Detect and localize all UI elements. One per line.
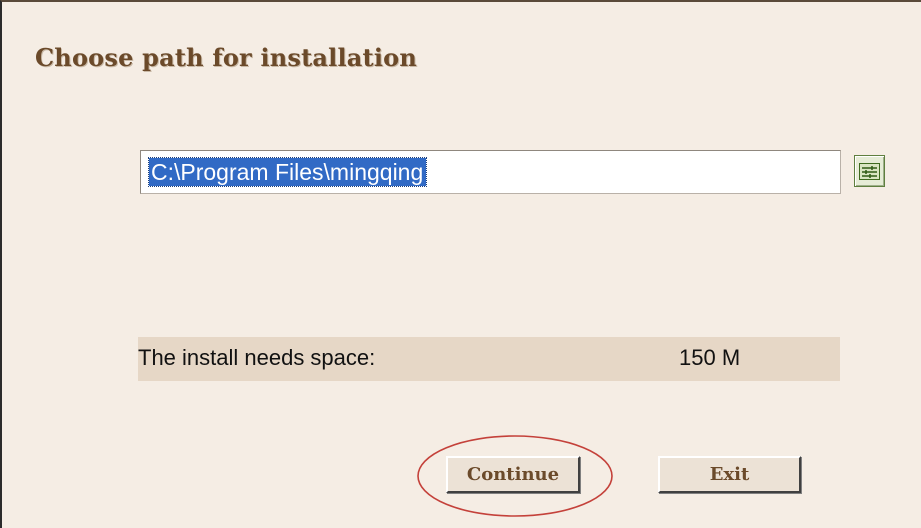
dialog-title: Choose path for installation [35,43,418,72]
space-requirement-label: The install needs space: [138,345,376,370]
exit-button[interactable]: Exit [658,456,801,493]
continue-button[interactable]: Continue [446,456,580,493]
space-requirement-row: The install needs space: 150 M [138,337,840,381]
browse-folder-button[interactable] [854,155,885,187]
space-requirement-value: 150 M [679,345,741,370]
browse-folder-icon [859,162,880,180]
installer-dialog: Choose path for installation C:\Program … [0,0,921,528]
install-path-input[interactable]: C:\Program Files\mingqing [140,150,841,194]
install-path-value[interactable]: C:\Program Files\mingqing [147,157,428,187]
